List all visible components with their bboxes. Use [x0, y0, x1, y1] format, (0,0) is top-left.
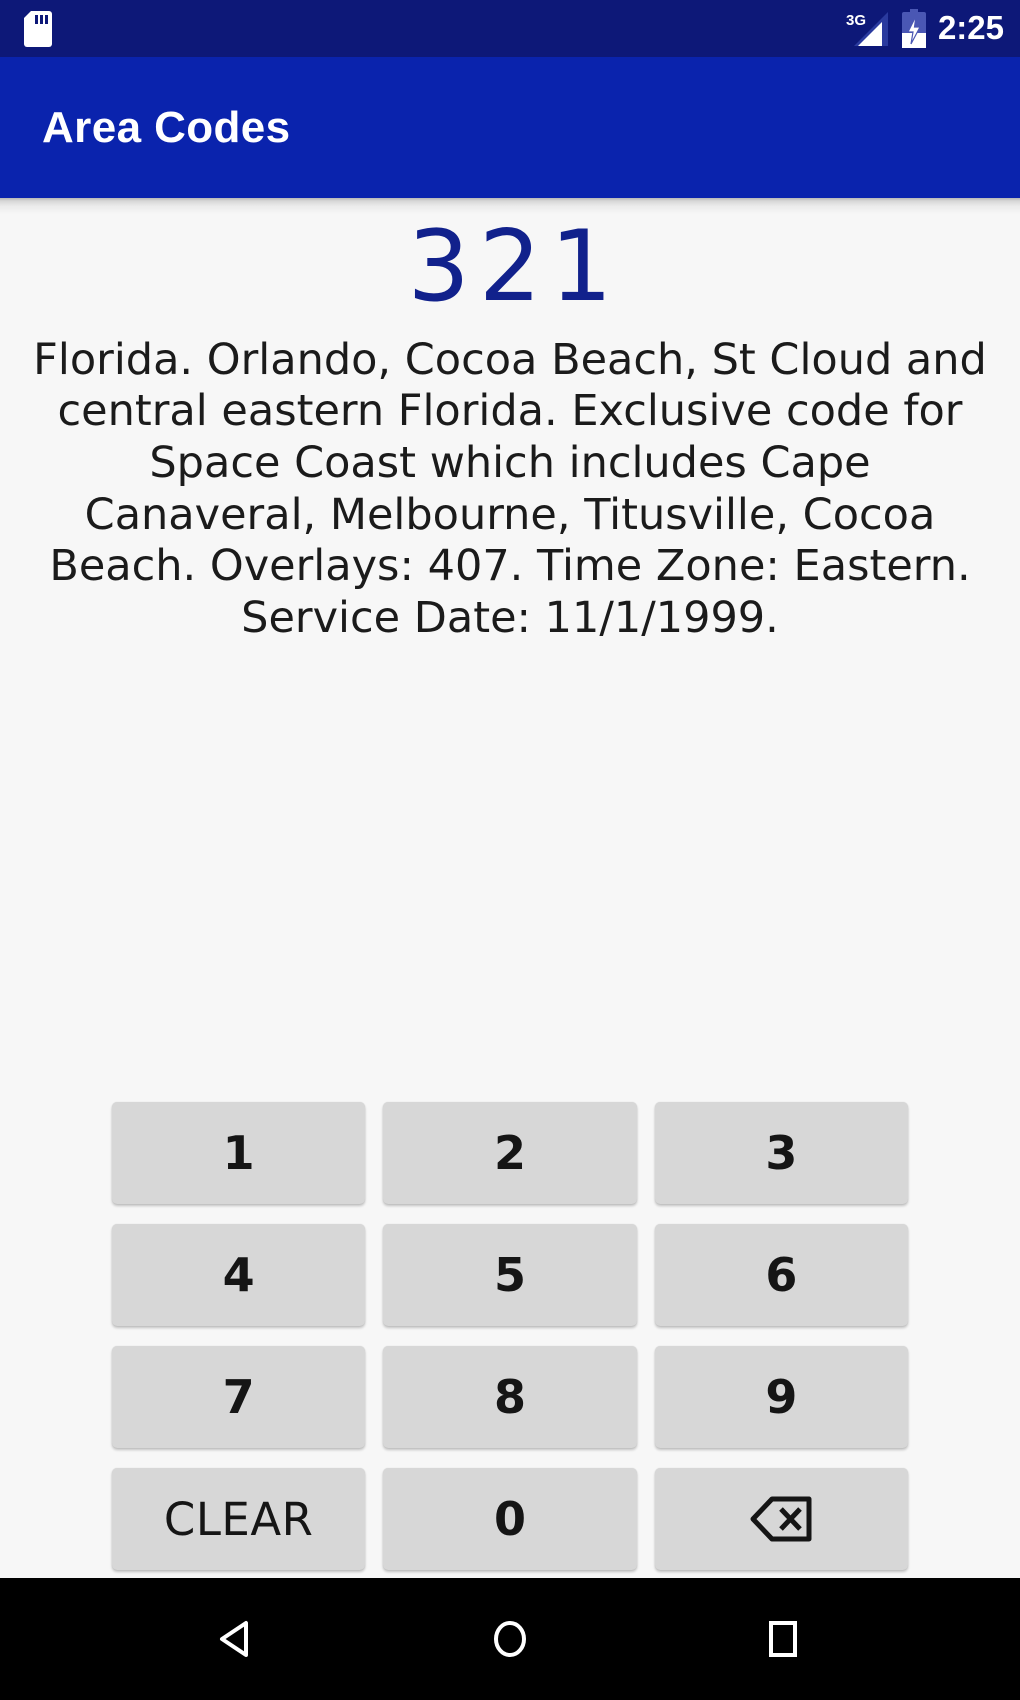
key-4[interactable]: 4 — [112, 1224, 366, 1326]
nav-recents-button[interactable] — [723, 1578, 843, 1700]
keypad-row: 4 5 6 — [112, 1224, 908, 1326]
phone-screen: 3G 2:25 Area Codes 321 Florida. Orlando,… — [0, 0, 1020, 1700]
battery-charging-icon — [900, 8, 928, 49]
app-bar: Area Codes — [0, 57, 1020, 198]
status-bar-clock: 2:25 — [937, 9, 1004, 46]
keypad-row: CLEAR 0 — [112, 1468, 908, 1570]
key-6[interactable]: 6 — [654, 1224, 908, 1326]
sd-card-icon — [24, 10, 52, 47]
key-7[interactable]: 7 — [112, 1346, 366, 1448]
status-bar: 3G 2:25 — [0, 0, 1020, 57]
home-circle-icon — [482, 1611, 538, 1667]
recents-square-icon — [755, 1611, 811, 1667]
area-code-display: 321 — [407, 210, 622, 324]
key-8[interactable]: 8 — [383, 1346, 637, 1448]
key-5[interactable]: 5 — [383, 1224, 637, 1326]
nav-back-button[interactable] — [177, 1578, 297, 1700]
status-bar-left-icons — [24, 10, 52, 47]
keypad-row: 1 2 3 — [112, 1102, 908, 1204]
keypad-row: 7 8 9 — [112, 1346, 908, 1448]
svg-text:3G: 3G — [846, 12, 866, 29]
key-3[interactable]: 3 — [654, 1102, 908, 1204]
key-2[interactable]: 2 — [383, 1102, 637, 1204]
status-bar-right-icons: 3G 2:25 — [846, 8, 1004, 49]
key-backspace[interactable] — [654, 1468, 908, 1570]
key-0[interactable]: 0 — [383, 1468, 637, 1570]
backspace-icon — [750, 1496, 812, 1542]
keypad: 1 2 3 4 5 6 7 8 9 CLEAR 0 — [0, 1102, 1020, 1570]
key-9[interactable]: 9 — [654, 1346, 908, 1448]
back-triangle-icon — [209, 1611, 265, 1667]
nav-home-button[interactable] — [450, 1578, 570, 1700]
navigation-bar — [0, 1578, 1020, 1700]
app-title: Area Codes — [42, 102, 291, 152]
key-1[interactable]: 1 — [112, 1102, 366, 1204]
main-content: 321 Florida. Orlando, Cocoa Beach, St Cl… — [0, 198, 1020, 1578]
area-code-description: Florida. Orlando, Cocoa Beach, St Cloud … — [33, 334, 987, 643]
key-clear[interactable]: CLEAR — [112, 1468, 366, 1570]
signal-bars-icon: 3G — [846, 10, 890, 48]
